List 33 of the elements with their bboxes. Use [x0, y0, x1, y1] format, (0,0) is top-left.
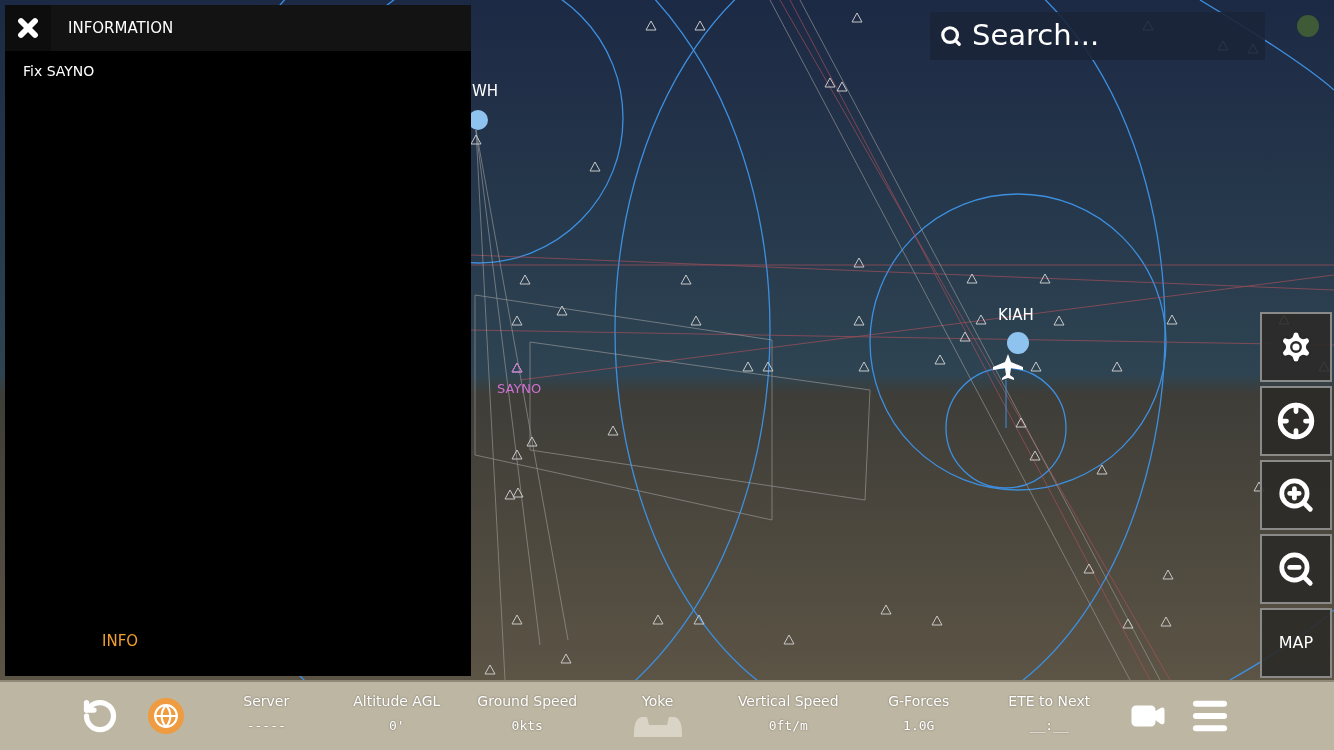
undo-icon	[82, 698, 118, 734]
settings-button[interactable]	[1260, 312, 1332, 382]
globe-icon	[153, 703, 179, 729]
stat-label: ETE to Next	[1008, 693, 1091, 708]
airport-label: WH	[472, 84, 499, 99]
airport-label: KIAH	[998, 308, 1034, 323]
search-input[interactable]: Search...	[972, 14, 1232, 58]
stat-label: Ground Speed	[477, 693, 578, 708]
zoom-out-icon	[1277, 550, 1315, 588]
search-icon	[940, 25, 962, 47]
close-button[interactable]	[5, 5, 51, 51]
stat-label: Vertical Speed	[737, 693, 839, 708]
crosshair-icon	[1277, 402, 1315, 440]
fix-label: SAYNO	[497, 382, 542, 395]
stat-value: __:__	[1029, 716, 1069, 735]
fix-name: Fix SAYNO	[23, 62, 95, 81]
map-button[interactable]: MAP	[1260, 608, 1332, 678]
zoom-in-icon	[1277, 476, 1315, 514]
stat-value: -----	[246, 716, 286, 735]
stat-label: Server	[243, 693, 290, 708]
stat-label: G-Forces	[888, 693, 950, 708]
stat-value: 1.0G	[903, 716, 935, 735]
search-field[interactable]: Search...	[930, 12, 1265, 60]
info-tab[interactable]: INFO	[102, 629, 139, 652]
stat-value: 0ft/m	[768, 716, 808, 735]
locate-button[interactable]	[1260, 386, 1332, 456]
stat-label: Yoke	[642, 693, 674, 708]
panel-title: INFORMATION	[68, 17, 174, 39]
stat-value: 0kts	[511, 716, 543, 735]
zoom-out-button[interactable]	[1260, 534, 1332, 604]
stat-value: 0'	[388, 716, 405, 735]
zoom-in-button[interactable]	[1260, 460, 1332, 530]
stat-label: Altitude AGL	[353, 693, 441, 708]
